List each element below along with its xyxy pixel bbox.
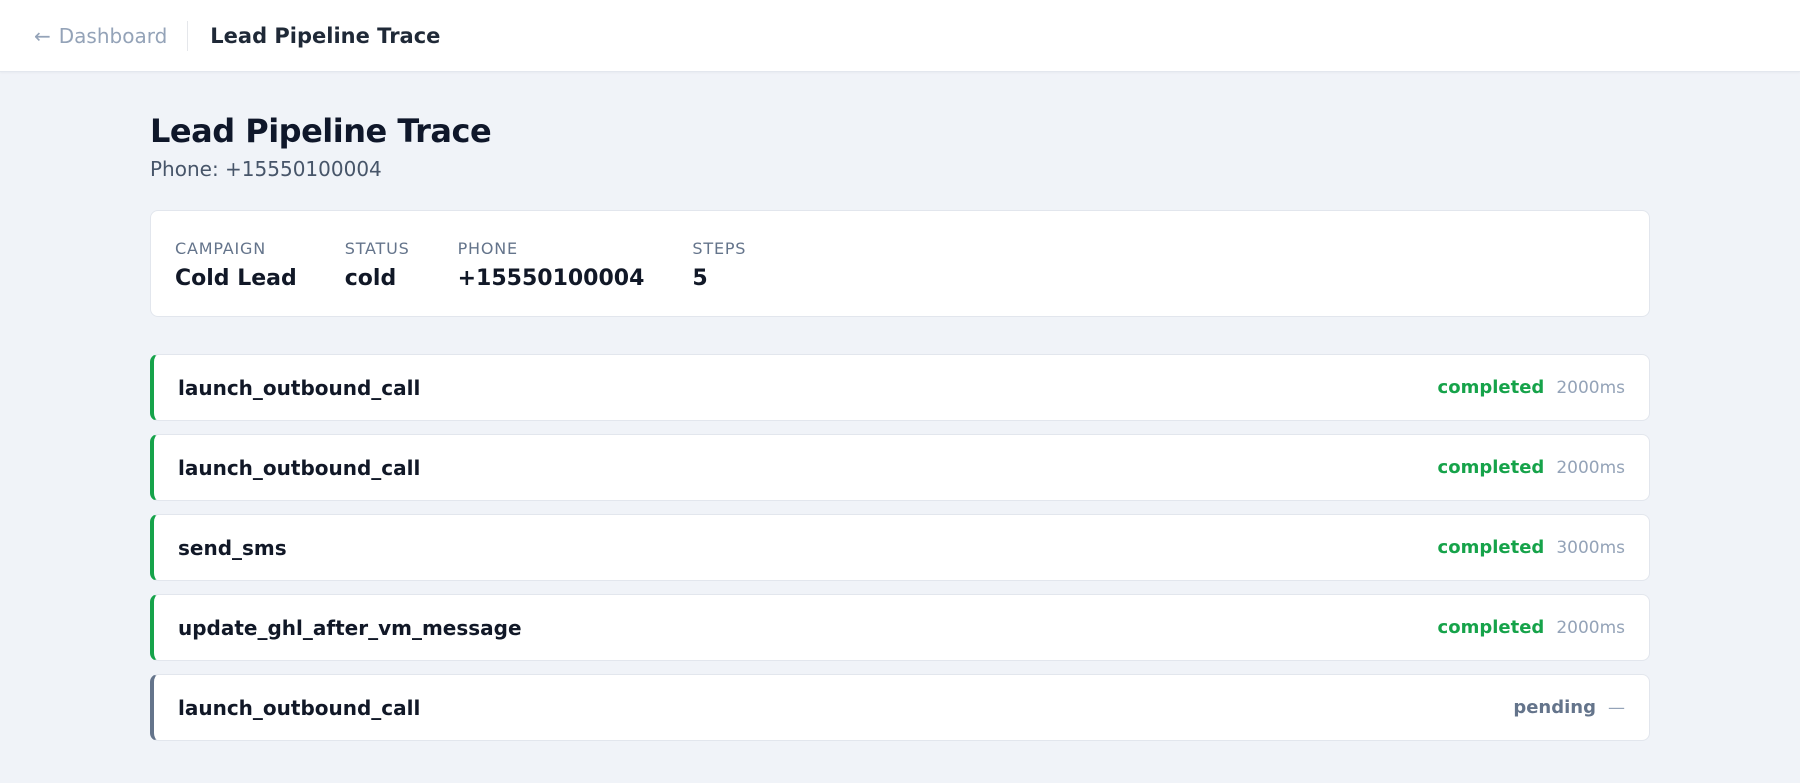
- step-name: launch_outbound_call: [178, 695, 421, 720]
- step-duration: 2000ms: [1556, 377, 1625, 398]
- summary-value: 5: [692, 266, 708, 291]
- step-row[interactable]: launch_outbound_call completed 2000ms: [150, 354, 1650, 421]
- step-row[interactable]: send_sms completed 3000ms: [150, 514, 1650, 581]
- step-meta: completed 2000ms: [1438, 377, 1625, 398]
- step-status: completed: [1437, 377, 1545, 398]
- step-duration: 3000ms: [1556, 537, 1625, 558]
- summary-steps: STEPS 5: [692, 239, 746, 293]
- summary-value: Cold Lead: [175, 266, 297, 291]
- step-meta: completed 2000ms: [1438, 617, 1625, 638]
- step-meta: pending —: [1513, 697, 1625, 718]
- step-name: launch_outbound_call: [178, 455, 421, 480]
- step-row[interactable]: launch_outbound_call pending —: [150, 674, 1650, 741]
- summary-campaign: CAMPAIGN Cold Lead: [175, 239, 297, 293]
- step-duration: 2000ms: [1556, 617, 1625, 638]
- summary-label: STATUS: [344, 239, 410, 258]
- step-list: launch_outbound_call completed 2000ms la…: [150, 354, 1650, 741]
- arrow-left-icon: ←: [34, 23, 51, 48]
- page-title: Lead Pipeline Trace: [150, 112, 492, 150]
- page-subtitle: Phone: +15550100004: [150, 157, 382, 181]
- step-row[interactable]: launch_outbound_call completed 2000ms: [150, 434, 1650, 501]
- step-meta: completed 3000ms: [1438, 537, 1625, 558]
- back-link-label: Dashboard: [58, 23, 168, 48]
- step-status: completed: [1437, 617, 1545, 638]
- main-content: Lead Pipeline Trace Phone: +15550100004 …: [150, 72, 1650, 741]
- summary-phone: PHONE +15550100004: [458, 239, 645, 293]
- summary-value: +15550100004: [457, 266, 645, 291]
- summary-value: cold: [344, 266, 397, 291]
- step-duration: —: [1608, 697, 1625, 718]
- step-meta: completed 2000ms: [1438, 457, 1625, 478]
- top-bar: ← Dashboard Lead Pipeline Trace: [0, 0, 1800, 72]
- step-name: launch_outbound_call: [178, 375, 421, 400]
- step-row[interactable]: update_ghl_after_vm_message completed 20…: [150, 594, 1650, 661]
- summary-label: STEPS: [692, 239, 747, 258]
- step-status: completed: [1437, 457, 1545, 478]
- topbar-title: Lead Pipeline Trace: [210, 23, 441, 48]
- summary-card: CAMPAIGN Cold Lead STATUS cold PHONE +15…: [150, 210, 1650, 317]
- step-name: update_ghl_after_vm_message: [178, 615, 522, 640]
- step-duration: 2000ms: [1556, 457, 1625, 478]
- summary-label: CAMPAIGN: [175, 239, 266, 258]
- step-status: completed: [1437, 537, 1545, 558]
- step-status: pending: [1513, 697, 1596, 718]
- back-to-dashboard-link[interactable]: ← Dashboard: [34, 20, 189, 51]
- summary-label: PHONE: [457, 239, 518, 258]
- step-name: send_sms: [178, 535, 287, 560]
- summary-status: STATUS cold: [345, 239, 410, 293]
